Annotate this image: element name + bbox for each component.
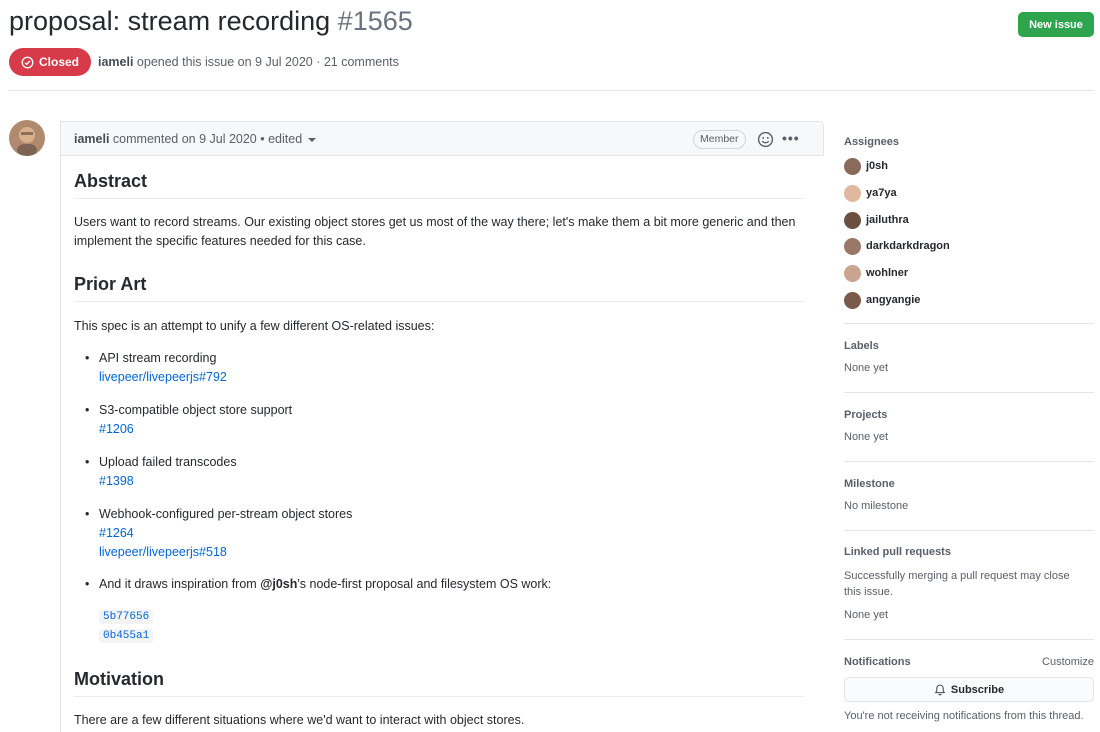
bell-icon <box>934 684 946 695</box>
list-item: And it draws inspiration from @j0sh's no… <box>85 575 552 594</box>
labels-value: None yet <box>844 362 889 374</box>
assignee-name: jailuthra <box>866 214 909 226</box>
comment: iameli commented on 9 Jul 2020 • edited … <box>60 121 824 732</box>
assignees-section: Assignees <box>844 136 1094 148</box>
inspiration-pre: And it draws inspiration from <box>99 577 261 591</box>
linked-pr-section: Linked pull requests Successfully mergin… <box>844 546 1094 621</box>
prior-art-heading: Prior Art <box>74 274 804 302</box>
kebab-menu-icon[interactable]: ••• <box>782 131 800 145</box>
commit-link[interactable]: 0b455a1 <box>99 629 154 643</box>
projects-value: None yet <box>844 431 889 443</box>
issue-meta: iameli opened this issue on 9 Jul 2020 ·… <box>98 55 399 69</box>
avatar <box>844 264 861 282</box>
linked-pr-title[interactable]: Linked pull requests <box>844 546 1094 558</box>
status-label: Closed <box>38 55 79 69</box>
notifications-note: You're not receiving notifications from … <box>844 710 1084 722</box>
milestone-value: No milestone <box>844 500 909 512</box>
issue-title: proposal: stream recording #1565 <box>9 6 413 37</box>
issue-link[interactable]: #1264 <box>99 524 352 543</box>
customize-link[interactable]: Customize <box>1042 656 1094 668</box>
avatar[interactable] <box>9 120 45 156</box>
list-item: Webhook-configured per-stream object sto… <box>85 505 353 562</box>
assignee-item[interactable]: darkdarkdragon <box>844 237 950 255</box>
avatar <box>844 291 861 309</box>
notifications-section: Notifications Customize <box>844 656 1094 668</box>
divider <box>844 461 1094 462</box>
assignee-item[interactable]: ya7ya <box>844 184 897 202</box>
motivation-text: There are a few different situations whe… <box>74 713 525 727</box>
assignee-name: angyangie <box>866 294 921 306</box>
issue-link[interactable]: #1206 <box>99 420 292 439</box>
comment-author[interactable]: iameli <box>74 132 109 146</box>
assignee-item[interactable]: angyangie <box>844 291 920 309</box>
labels-title[interactable]: Labels <box>844 340 1094 352</box>
new-issue-button[interactable]: New issue <box>1018 12 1094 37</box>
avatar <box>844 184 861 202</box>
issue-number: #1565 <box>337 6 413 36</box>
motivation-heading: Motivation <box>74 669 804 697</box>
comment-date[interactable]: commented on 9 Jul 2020 • edited <box>113 132 302 146</box>
prior-art-intro: This spec is an attempt to unify a few d… <box>74 319 435 333</box>
avatar <box>844 237 861 255</box>
avatar <box>844 157 861 175</box>
list-item-text: Webhook-configured per-stream object sto… <box>99 507 353 521</box>
divider <box>844 639 1094 640</box>
issue-header: proposal: stream recording #1565 New iss… <box>9 0 1094 91</box>
assignee-name: j0sh <box>866 160 889 172</box>
divider <box>844 392 1094 393</box>
status-badge: Closed <box>9 48 91 76</box>
abstract-text: Users want to record streams. Our existi… <box>74 215 796 248</box>
linked-pr-value: None yet <box>844 609 889 621</box>
inspiration-post: 's node-first proposal and filesystem OS… <box>297 577 552 591</box>
author-avatar-image <box>9 120 45 156</box>
opened-text: opened this issue on 9 Jul 2020 · 21 com… <box>136 55 399 69</box>
mention-link[interactable]: @j0sh <box>260 577 297 591</box>
chevron-down-icon[interactable] <box>308 137 317 142</box>
issue-link[interactable]: livepeer/livepeerjs#518 <box>99 543 352 562</box>
list-item: Upload failed transcodes #1398 <box>85 453 237 491</box>
assignee-name: wohlner <box>866 267 909 279</box>
milestone-title[interactable]: Milestone <box>844 478 1094 490</box>
divider <box>844 323 1094 324</box>
smiley-icon[interactable] <box>757 131 774 148</box>
comment-meta: iameli commented on 9 Jul 2020 • edited <box>74 132 317 146</box>
divider <box>844 530 1094 531</box>
list-item-text: Upload failed transcodes <box>99 455 237 469</box>
abstract-heading: Abstract <box>74 171 804 199</box>
issue-link[interactable]: #1398 <box>99 472 237 491</box>
avatar <box>844 211 861 229</box>
member-badge: Member <box>693 130 746 149</box>
labels-section: Labels None yet <box>844 340 1094 374</box>
subscribe-button[interactable]: Subscribe <box>844 677 1094 702</box>
issue-title-text: proposal: stream recording <box>9 6 331 36</box>
issue-closed-icon <box>21 56 34 68</box>
comment-header: iameli commented on 9 Jul 2020 • edited … <box>61 121 824 156</box>
list-item-text: API stream recording <box>99 351 217 365</box>
projects-section: Projects None yet <box>844 409 1094 443</box>
assignee-item[interactable]: jailuthra <box>844 211 909 229</box>
list-item-text: S3-compatible object store support <box>99 403 293 417</box>
subscribe-label: Subscribe <box>950 683 1005 696</box>
linked-pr-desc: Successfully merging a pull request may … <box>844 570 1070 598</box>
assignee-item[interactable]: wohlner <box>844 264 908 282</box>
assignees-title[interactable]: Assignees <box>844 136 1094 148</box>
projects-title[interactable]: Projects <box>844 409 1094 421</box>
assignee-item[interactable]: j0sh <box>844 157 888 175</box>
assignee-name: ya7ya <box>866 187 897 199</box>
assignee-name: darkdarkdragon <box>866 240 950 252</box>
commit-link[interactable]: 5b77656 <box>99 610 154 624</box>
list-item: API stream recording livepeer/livepeerjs… <box>85 349 227 387</box>
issue-link[interactable]: livepeer/livepeerjs#792 <box>99 368 227 387</box>
author-link[interactable]: iameli <box>98 55 133 69</box>
list-item: S3-compatible object store support #1206 <box>85 401 293 439</box>
milestone-section: Milestone No milestone <box>844 478 1094 512</box>
